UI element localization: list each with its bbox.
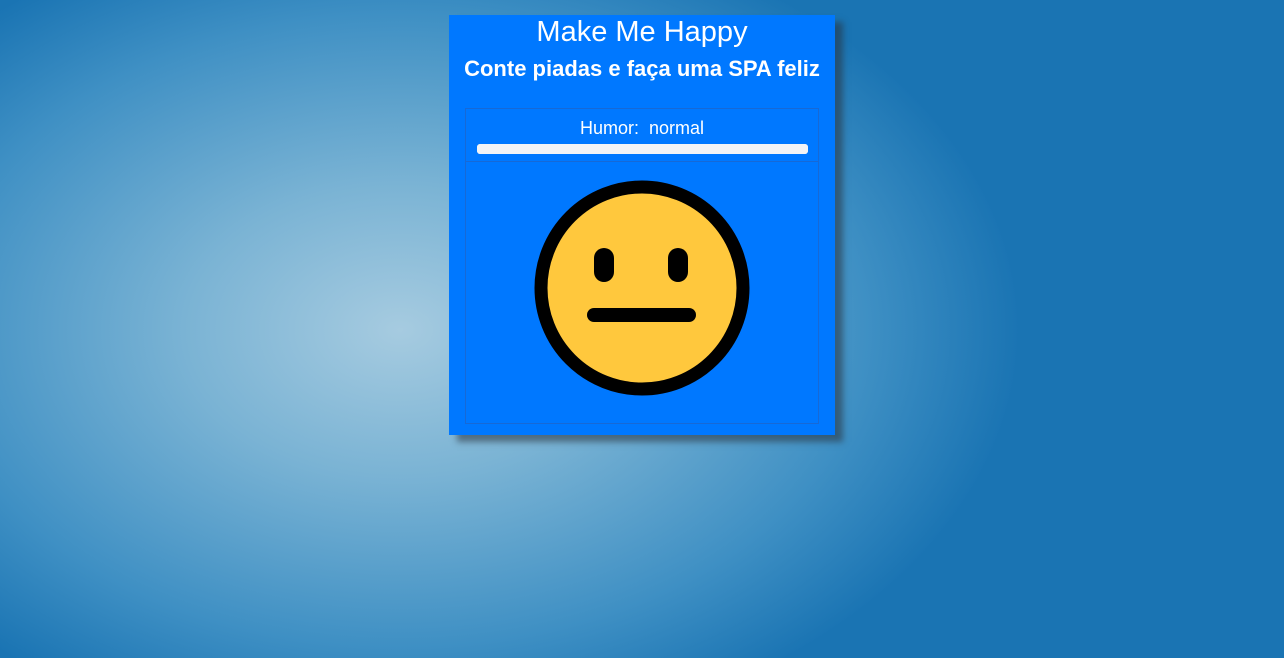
app-subtitle: Conte piadas e faça uma SPA feliz xyxy=(464,56,820,81)
mood-label: Humor: normal xyxy=(466,117,818,139)
mood-panel: Humor: normal xyxy=(465,108,819,424)
mood-progress-bar xyxy=(477,144,808,154)
face-area xyxy=(466,162,818,423)
mood-header: Humor: normal xyxy=(466,109,818,162)
app-card: Make Me Happy Conte piadas e faça uma SP… xyxy=(449,15,835,435)
mood-value: normal xyxy=(649,118,705,138)
app-title: Make Me Happy xyxy=(536,16,748,48)
face-circle xyxy=(534,180,750,396)
mood-label-text: Humor: xyxy=(579,118,639,138)
neutral-face-icon xyxy=(534,180,750,396)
right-eye xyxy=(668,248,688,282)
left-eye xyxy=(594,248,614,282)
mood-progress-fill xyxy=(477,144,808,154)
mouth xyxy=(587,308,696,322)
